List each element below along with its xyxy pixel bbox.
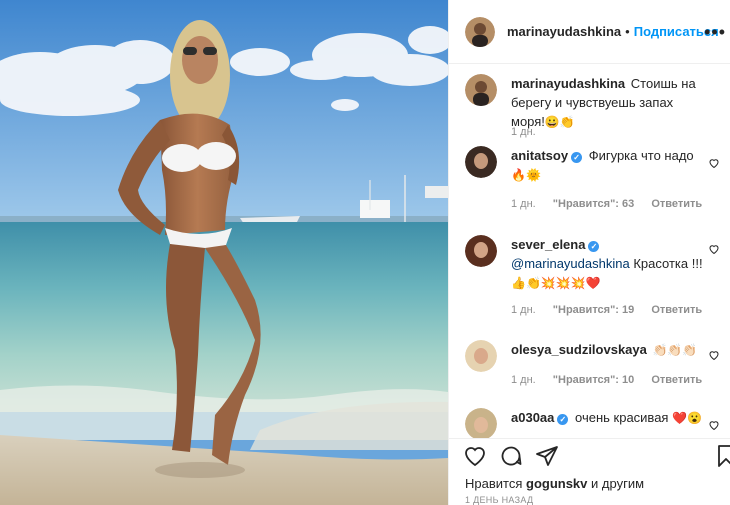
comment-text: a030aa ✓ очень красивая ❤️😮 — [511, 408, 706, 427]
commenter-avatar[interactable] — [465, 340, 497, 372]
liked-by-text: Нравится gogunskv и другим — [465, 476, 644, 491]
comment-emoji: 👏🏻👏🏻👏🏻 — [652, 343, 698, 357]
comment-icon[interactable] — [499, 444, 523, 468]
caption-meta: 1 дн. — [511, 126, 550, 138]
comment-emoji: ❤️😮 — [672, 411, 702, 425]
comment-meta: 1 дн. "Нравится": 10 Ответить — [511, 374, 716, 386]
liked-by-user[interactable]: gogunskv — [526, 476, 587, 491]
commenter-avatar[interactable] — [465, 146, 497, 178]
comment-meta: 1 дн. "Нравится": 19 Ответить — [511, 304, 716, 316]
verified-badge-icon: ✓ — [588, 241, 600, 252]
commenter-username[interactable]: olesya_sudzilovskaya — [511, 342, 647, 357]
comment-time[interactable]: 1 дн. — [511, 198, 536, 210]
post-actions: Нравится gogunskv и другим 1 ДЕНЬ НАЗАД — [449, 438, 730, 505]
comments-list[interactable]: marinayudashkina Стоишь на берегу и чувс… — [449, 64, 730, 438]
comment-likes-count[interactable]: "Нравится": 10 — [553, 374, 634, 386]
post-header: marinayudashkina • Подписаться ••• — [449, 0, 730, 64]
liked-by-prefix: Нравится — [465, 476, 523, 491]
beach-photo-image — [0, 0, 448, 505]
commenter-username[interactable]: a030aa — [511, 410, 554, 425]
comment-like-heart-icon[interactable] — [708, 157, 720, 169]
header-separator: • — [625, 24, 630, 39]
comment-likes-count[interactable]: "Нравится": 63 — [553, 198, 634, 210]
commenter-avatar[interactable] — [465, 235, 497, 267]
reply-button[interactable]: Ответить — [651, 198, 702, 210]
comment-text: anitatsoy ✓ Фигурка что надо 🔥🌞 — [511, 146, 706, 184]
comment-message: Фигурка что надо — [588, 148, 694, 163]
comment-text: olesya_sudzilovskaya 👏🏻👏🏻👏🏻 — [511, 340, 706, 359]
comment-emoji: 👍👏💥💥💥❤️ — [511, 276, 601, 290]
comment-message: Красотка !!! — [633, 256, 703, 271]
author-avatar-small[interactable] — [465, 74, 497, 106]
comment-emoji: 🔥🌞 — [511, 168, 541, 182]
comment-likes-count[interactable]: "Нравится": 19 — [553, 304, 634, 316]
commenter-username[interactable]: sever_elena — [511, 237, 585, 252]
author-username[interactable]: marinayudashkina — [507, 24, 621, 39]
reply-button[interactable]: Ответить — [651, 304, 702, 316]
comment-message: очень красивая — [575, 410, 669, 425]
comment-time[interactable]: 1 дн. — [511, 374, 536, 386]
comment-text: sever_elena ✓ @marinayudashkina Красотка … — [511, 235, 706, 292]
commenter-avatar[interactable] — [465, 408, 497, 438]
commenter-username[interactable]: anitatsoy — [511, 148, 568, 163]
reply-button[interactable]: Ответить — [651, 374, 702, 386]
verified-badge-icon: ✓ — [557, 414, 569, 425]
caption-text: marinayudashkina Стоишь на берегу и чувс… — [511, 74, 706, 131]
comment-like-heart-icon[interactable] — [708, 419, 720, 431]
liked-by-suffix[interactable]: и другим — [591, 476, 644, 491]
comment-time[interactable]: 1 дн. — [511, 304, 536, 316]
comment-meta: 1 дн. "Нравится": 63 Ответить — [511, 198, 716, 210]
comment-like-heart-icon[interactable] — [708, 349, 720, 361]
post-side-panel: marinayudashkina • Подписаться ••• marin… — [448, 0, 730, 505]
post-timestamp[interactable]: 1 ДЕНЬ НАЗАД — [465, 495, 533, 505]
bookmark-icon[interactable] — [714, 444, 730, 468]
author-avatar[interactable] — [465, 16, 495, 47]
post-photo[interactable] — [0, 0, 448, 505]
verified-badge-icon: ✓ — [571, 152, 583, 163]
share-icon[interactable] — [535, 444, 559, 468]
comment-like-heart-icon[interactable] — [708, 243, 720, 255]
comment-mention[interactable]: @marinayudashkina — [511, 256, 630, 271]
heart-icon[interactable] — [463, 444, 487, 468]
caption-time[interactable]: 1 дн. — [511, 126, 536, 138]
more-options-icon[interactable]: ••• — [704, 22, 726, 43]
caption-username[interactable]: marinayudashkina — [511, 76, 625, 91]
